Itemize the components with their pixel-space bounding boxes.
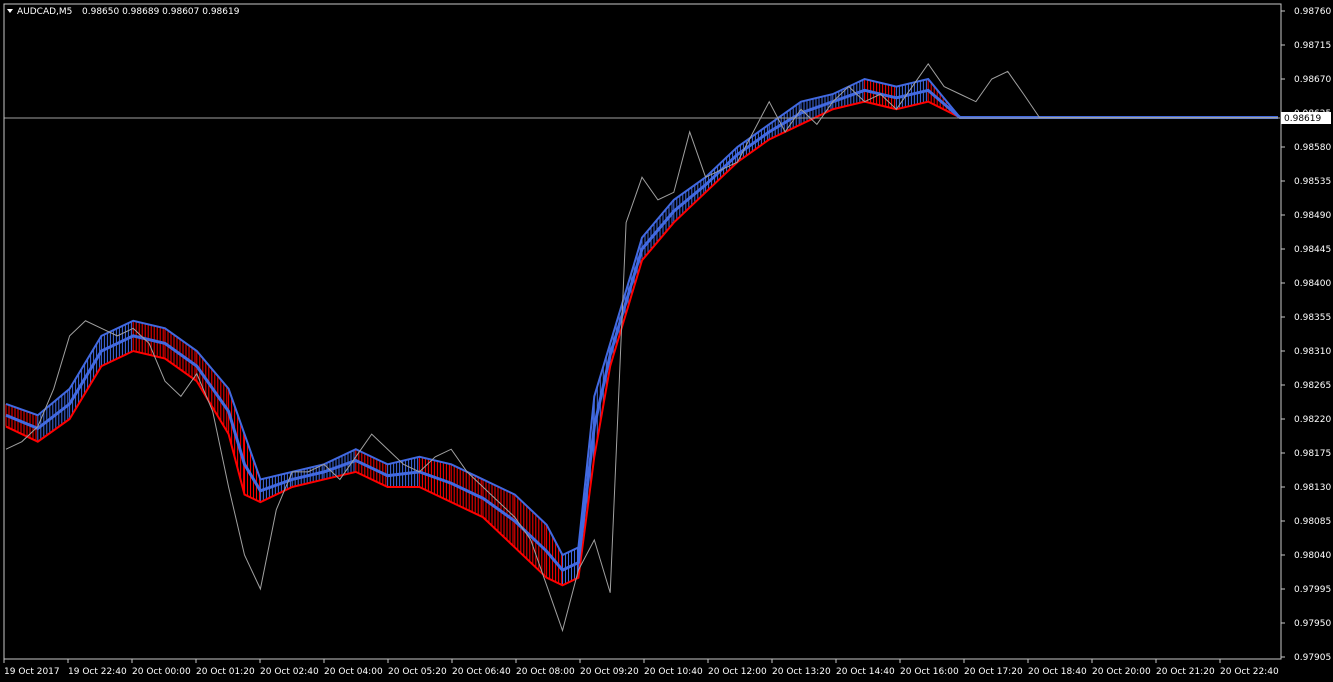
x-tick-label: 20 Oct 21:20: [1156, 667, 1215, 677]
y-tick-label: 0.98400: [1294, 279, 1331, 289]
y-tick-label: 0.97995: [1294, 585, 1331, 595]
x-tick-label: 20 Oct 05:20: [388, 667, 447, 677]
x-tick-label: 20 Oct 00:00: [132, 667, 191, 677]
y-tick-label: 0.98760: [1294, 7, 1331, 17]
header: AUDCAD,M5 0.98650 0.98689 0.98607 0.9861…: [7, 7, 240, 17]
y-tick-label: 0.98490: [1294, 211, 1331, 221]
x-tick-label: 20 Oct 04:00: [324, 667, 383, 677]
y-tick-label: 0.98220: [1294, 415, 1331, 425]
x-tick-label: 20 Oct 20:00: [1092, 667, 1151, 677]
header-ohlc: 0.98650 0.98689 0.98607 0.98619: [82, 7, 240, 17]
y-tick-label: 0.98355: [1294, 313, 1331, 323]
y-tick-label: 0.98670: [1294, 75, 1331, 85]
x-tick-label: 19 Oct 22:40: [68, 667, 127, 677]
y-tick-label: 0.98445: [1294, 245, 1331, 255]
x-tick-label: 20 Oct 06:40: [452, 667, 511, 677]
x-tick-label: 20 Oct 13:20: [772, 667, 831, 677]
y-tick-label: 0.98310: [1294, 347, 1331, 357]
chart-background: [0, 0, 1333, 682]
x-tick-label: 20 Oct 22:40: [1220, 667, 1279, 677]
x-tick-label: 20 Oct 01:20: [196, 667, 255, 677]
y-tick-label: 0.98265: [1294, 381, 1331, 391]
x-tick-label: 20 Oct 17:20: [964, 667, 1023, 677]
y-tick-label: 0.98715: [1294, 41, 1331, 51]
x-tick-label: 20 Oct 18:40: [1028, 667, 1087, 677]
x-tick-label: 20 Oct 08:00: [516, 667, 575, 677]
x-tick-label: 20 Oct 12:00: [708, 667, 767, 677]
y-tick-label: 0.98130: [1294, 483, 1331, 493]
x-tick-label: 20 Oct 02:40: [260, 667, 319, 677]
current-price-tag: 0.98619: [1281, 112, 1331, 124]
x-tick-label: 19 Oct 2017: [4, 667, 60, 677]
y-tick-label: 0.97905: [1294, 653, 1331, 663]
current-price-value: 0.98619: [1284, 114, 1321, 124]
header-symbol: AUDCAD,M5: [17, 7, 72, 17]
y-tick-label: 0.98580: [1294, 143, 1331, 153]
y-tick-label: 0.98085: [1294, 517, 1331, 527]
y-tick-label: 0.98535: [1294, 177, 1331, 187]
x-tick-label: 20 Oct 10:40: [644, 667, 703, 677]
x-tick-label: 20 Oct 09:20: [580, 667, 639, 677]
x-tick-label: 20 Oct 16:00: [900, 667, 959, 677]
y-tick-label: 0.97950: [1294, 619, 1331, 629]
y-tick-label: 0.98040: [1294, 551, 1331, 561]
x-tick-label: 20 Oct 14:40: [836, 667, 895, 677]
price-chart[interactable]: 0.987600.987150.986700.986250.985800.985…: [0, 0, 1333, 682]
y-tick-label: 0.98175: [1294, 449, 1331, 459]
